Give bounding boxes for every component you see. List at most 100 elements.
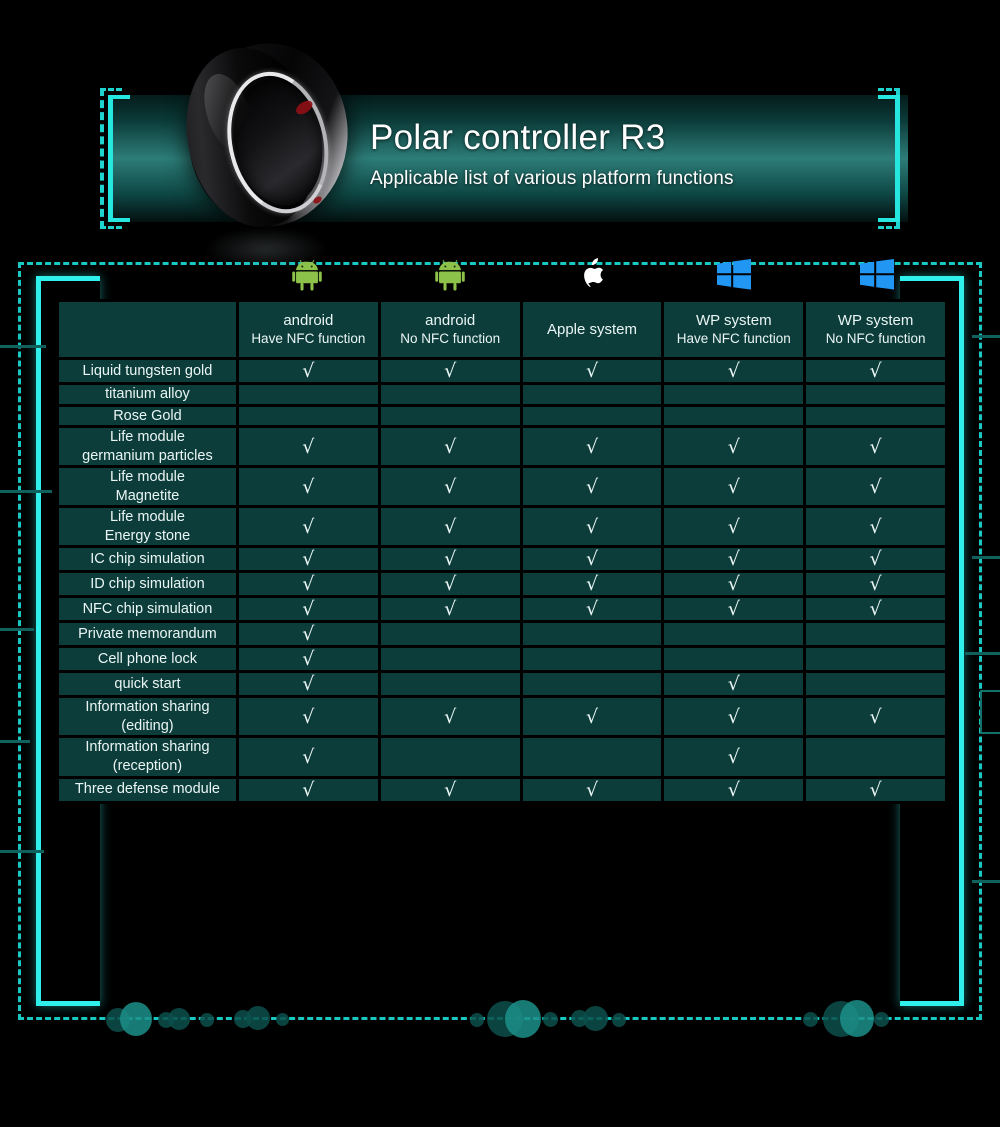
checkmark-icon: √ — [869, 360, 882, 382]
feature-label-line: Liquid tungsten gold — [82, 362, 213, 379]
checkmark-icon: √ — [585, 598, 599, 621]
table-row: quick start √ √ — [59, 673, 945, 696]
platform-icon-cell — [663, 256, 805, 298]
feature-label-line: Information sharing — [85, 739, 210, 756]
checkmark-icon: √ — [302, 648, 315, 671]
support-cell-checked: √ — [380, 428, 520, 466]
product-banner: Polar controller R3 Applicable list of v… — [0, 0, 1000, 270]
table-row: Information sharing (reception) √ √ — [59, 738, 945, 776]
support-cell-empty — [380, 673, 520, 696]
checkmark-icon: √ — [302, 475, 315, 498]
bokeh-dot — [823, 1001, 859, 1037]
platform-icon-cell — [521, 256, 663, 298]
support-cell-empty — [522, 648, 662, 671]
support-cell-empty — [380, 648, 520, 671]
smart-ring-product-image — [167, 30, 368, 270]
bokeh-dot — [803, 1012, 818, 1027]
feature-label-line: Energy stone — [104, 527, 191, 544]
feature-label: Information sharing (editing) — [59, 698, 236, 736]
decor-tick — [972, 556, 1000, 559]
checkmark-icon: √ — [585, 435, 599, 458]
checkmark-icon: √ — [302, 746, 315, 769]
support-cell-checked: √ — [380, 573, 520, 596]
support-cell-empty — [380, 738, 520, 776]
ring-reflection — [206, 228, 326, 270]
checkmark-icon: √ — [585, 573, 599, 596]
feature-label-line: Life module — [109, 429, 185, 446]
support-cell-checked: √ — [664, 778, 804, 801]
checkmark-icon: √ — [444, 598, 457, 621]
banner-text-block: Polar controller R3 Applicable list of v… — [370, 118, 890, 190]
bokeh-dot — [543, 1012, 558, 1027]
feature-label-line: Life module — [109, 469, 185, 486]
feature-label-line: (editing) — [121, 717, 174, 734]
column-header-1: android Have NFC function — [238, 302, 378, 357]
checkmark-icon: √ — [444, 705, 457, 728]
support-cell-empty — [806, 648, 945, 671]
decor-tick — [0, 628, 34, 631]
feature-label: ID chip simulation — [59, 573, 236, 596]
table-body: Liquid tungsten gold √ √ √ √ √ titanium alloy R… — [59, 360, 945, 801]
feature-label-line: quick start — [114, 676, 181, 693]
bokeh-dot — [840, 1000, 874, 1037]
feature-label-line: Magnetite — [115, 487, 180, 504]
feature-label: Life module germanium particles — [59, 428, 236, 466]
checkmark-icon: √ — [727, 548, 740, 571]
table-row: Cell phone lock √ — [59, 648, 945, 671]
banner-bracket-left — [108, 95, 130, 222]
support-cell-checked: √ — [238, 468, 378, 506]
bokeh-dot — [583, 1006, 608, 1031]
column-header-primary: WP system — [837, 311, 914, 329]
decor-tick — [972, 335, 1000, 338]
column-header-primary: android — [425, 311, 476, 329]
support-cell-checked: √ — [664, 468, 804, 506]
bokeh-dot — [246, 1006, 270, 1030]
checkmark-icon: √ — [727, 573, 740, 596]
support-cell-checked: √ — [238, 778, 378, 801]
support-cell-checked: √ — [380, 360, 520, 382]
table-row: Rose Gold — [59, 406, 945, 426]
checkmark-icon: √ — [444, 515, 457, 538]
checkmark-icon: √ — [444, 435, 457, 458]
checkmark-icon: √ — [302, 598, 315, 621]
support-cell-checked: √ — [522, 360, 662, 382]
support-cell-empty — [664, 623, 804, 646]
checkmark-icon: √ — [302, 623, 315, 646]
decor-box — [980, 690, 1000, 734]
decor-tick — [0, 490, 52, 493]
support-cell-checked: √ — [238, 598, 378, 621]
support-cell-checked: √ — [664, 360, 804, 382]
support-cell-empty — [380, 623, 520, 646]
table-row: Liquid tungsten gold √ √ √ √ √ — [59, 360, 945, 382]
support-cell-empty — [522, 673, 662, 696]
checkmark-icon: √ — [869, 435, 882, 458]
support-cell-checked: √ — [806, 598, 945, 621]
bokeh-dot — [470, 1013, 484, 1027]
table-row: NFC chip simulation √ √ √ √ √ — [59, 598, 945, 621]
feature-label-line: (reception) — [112, 758, 183, 775]
platform-icon-row — [236, 256, 948, 298]
checkmark-icon: √ — [727, 360, 740, 382]
table-row: Information sharing (editing) √ √ √ √ √ — [59, 698, 945, 736]
feature-label-line: NFC chip simulation — [82, 601, 213, 618]
table-row: Life module germanium particles √ √ √ √ √ — [59, 428, 945, 466]
feature-label: quick start — [59, 673, 236, 696]
column-header-secondary: Have NFC function — [251, 331, 366, 347]
support-cell-empty — [806, 623, 945, 646]
checkmark-icon: √ — [869, 573, 882, 596]
support-cell-empty — [806, 673, 945, 696]
feature-label: Information sharing (reception) — [59, 738, 236, 776]
ring-outer-body — [167, 30, 357, 245]
support-cell-empty — [522, 406, 662, 426]
support-cell-checked: √ — [806, 548, 945, 571]
support-cell-checked: √ — [238, 360, 378, 382]
support-cell-empty — [806, 406, 945, 426]
feature-label-line: Cell phone lock — [97, 651, 198, 668]
checkmark-icon: √ — [585, 778, 599, 801]
platform-icon-cell — [378, 256, 520, 298]
feature-label: Cell phone lock — [59, 648, 236, 671]
column-header-5: WP system No NFC function — [806, 302, 945, 357]
feature-label: Rose Gold — [59, 406, 236, 426]
bokeh-dot — [168, 1008, 190, 1030]
support-cell-checked: √ — [664, 428, 804, 466]
